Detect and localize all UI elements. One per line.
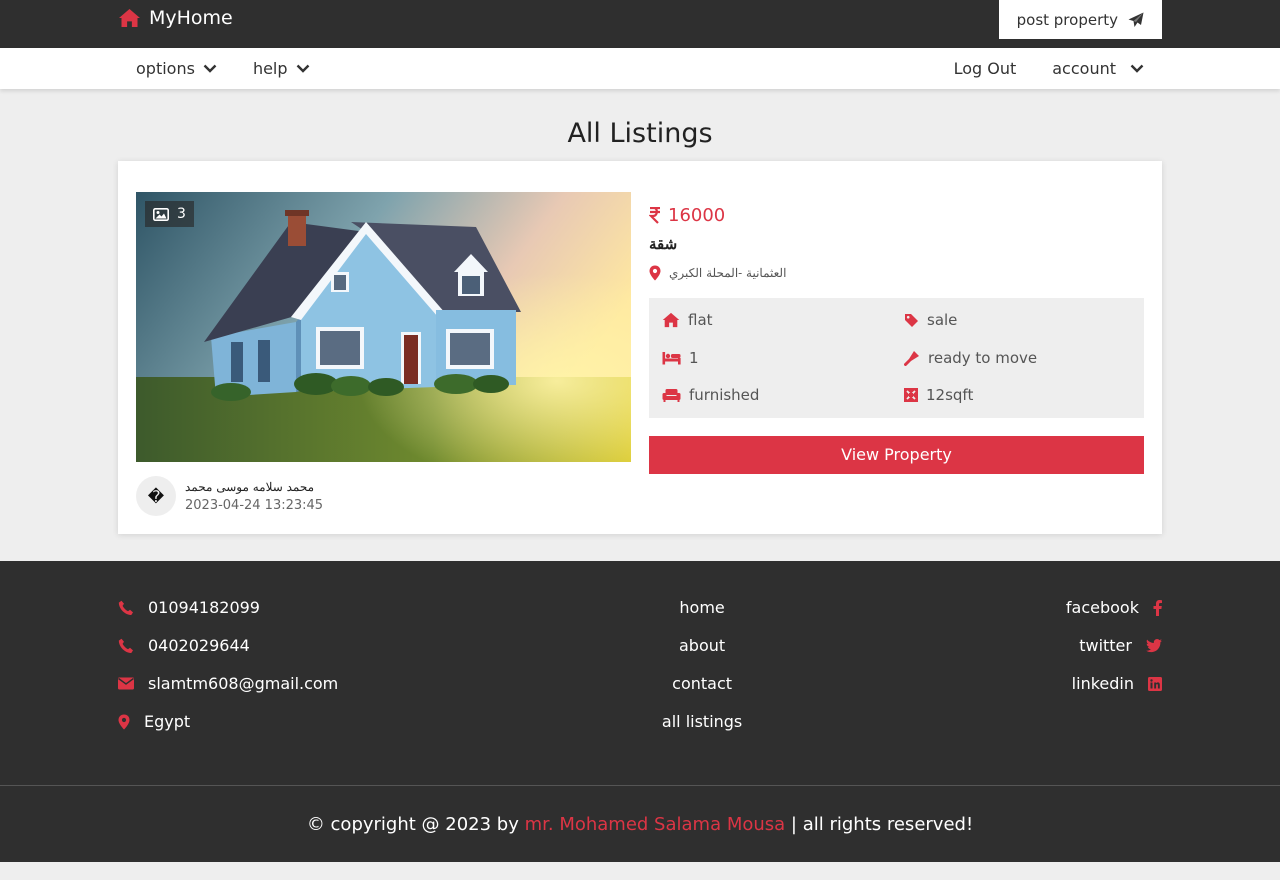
twitter-icon: [1145, 638, 1162, 653]
footer-location-text: Egypt: [144, 712, 191, 731]
map-marker-icon: [118, 714, 130, 730]
nav-help-dropdown[interactable]: help: [253, 59, 310, 78]
expand-icon: [904, 388, 918, 403]
footer-link-all-listings[interactable]: all listings: [662, 711, 742, 732]
feature-type-value: flat: [688, 311, 713, 329]
property-features: flat sale 1 ready to move furnished 12sq…: [649, 298, 1144, 418]
trowel-icon: [904, 350, 920, 366]
listing-card: 3 � محمد سلامه موسى محمد 2023-04-24 13:2…: [118, 161, 1162, 534]
page-title: All Listings: [567, 118, 713, 149]
property-address: العثمانية -المحلة الكبري: [649, 265, 1144, 281]
footer-contact: 01094182099 0402029644 slamtm608@gmail.c…: [118, 597, 338, 732]
property-image[interactable]: 3: [136, 192, 631, 462]
footer-phone-1-text: 01094182099: [148, 598, 260, 617]
envelope-icon: [118, 677, 134, 690]
footer-twitter-link[interactable]: twitter: [1079, 635, 1162, 656]
footer-facebook-text: facebook: [1065, 598, 1139, 617]
footer-phone-2[interactable]: 0402029644: [118, 635, 338, 656]
tag-icon: [904, 313, 919, 328]
copyright-suffix: | all rights reserved!: [785, 813, 974, 835]
feature-status: ready to move: [904, 348, 1131, 368]
copyright-bar: © copyright @ 2023 by mr. Mohamed Salama…: [0, 785, 1280, 862]
phone-icon: [118, 600, 134, 616]
nav-options-label: options: [136, 59, 195, 78]
top-bar: MyHome post property: [0, 0, 1280, 48]
footer-twitter-text: twitter: [1079, 636, 1132, 655]
footer-email[interactable]: slamtm608@gmail.com: [118, 673, 338, 694]
image-count-badge: 3: [145, 201, 194, 227]
author-link[interactable]: mr. Mohamed Salama Mousa: [525, 814, 786, 835]
footer-phone-2-text: 0402029644: [148, 636, 250, 655]
chevron-down-icon: [1130, 64, 1144, 73]
feature-bedrooms-value: 1: [689, 348, 699, 367]
home-icon: [662, 312, 680, 328]
footer-link-home[interactable]: home: [679, 597, 724, 618]
feature-furnishing-value: furnished: [689, 386, 760, 405]
post-property-button[interactable]: post property: [998, 0, 1162, 39]
feature-status-value: ready to move: [928, 348, 1038, 367]
view-property-button[interactable]: View Property: [649, 436, 1144, 474]
nav-options-dropdown[interactable]: options: [136, 59, 217, 78]
post-property-label: post property: [1016, 10, 1118, 29]
bed-icon: [662, 351, 681, 365]
home-icon: [118, 8, 141, 28]
rupee-icon: [649, 207, 661, 224]
footer: 01094182099 0402029644 slamtm608@gmail.c…: [0, 561, 1280, 862]
feature-offer: sale: [904, 310, 1131, 330]
footer-facebook-link[interactable]: facebook: [1066, 597, 1162, 618]
nav-account-dropdown[interactable]: account: [1052, 59, 1144, 78]
nav-help-label: help: [252, 59, 288, 78]
linkedin-icon: [1147, 676, 1162, 691]
property-price: 16000: [649, 205, 1144, 226]
feature-furnishing: furnished: [662, 385, 904, 405]
copyright-prefix: © copyright @ 2023 by: [306, 813, 525, 835]
feature-area-value: 12sqft: [926, 386, 974, 405]
footer-linkedin-link[interactable]: linkedin: [1072, 673, 1162, 694]
chevron-down-icon: [296, 64, 310, 73]
phone-icon: [118, 638, 134, 654]
avatar: �: [136, 476, 176, 516]
couch-icon: [662, 388, 681, 403]
image-count: 3: [177, 206, 186, 222]
footer-social: facebook twitter linkedin: [1066, 597, 1162, 732]
footer-link-about[interactable]: about: [679, 635, 725, 656]
posted-date: 2023-04-24 13:23:45: [185, 497, 324, 513]
paper-plane-icon: [1128, 12, 1144, 28]
image-icon: [153, 207, 169, 221]
nav-bar: options help Log Out account: [0, 48, 1280, 89]
brand-logo[interactable]: MyHome: [118, 7, 233, 29]
brand-name: MyHome: [149, 7, 233, 29]
property-title: شقة: [649, 235, 678, 253]
facebook-icon: [1153, 599, 1162, 616]
footer-link-contact[interactable]: contact: [672, 673, 732, 694]
logout-link[interactable]: Log Out: [954, 59, 1017, 78]
nav-account-label: account: [1052, 59, 1116, 78]
feature-type: flat: [662, 310, 904, 330]
price-value: 16000: [668, 205, 726, 226]
footer-linkedin-text: linkedin: [1071, 674, 1134, 693]
chevron-down-icon: [203, 64, 217, 73]
feature-bedrooms: 1: [662, 348, 904, 368]
footer-email-text: slamtm608@gmail.com: [148, 674, 339, 693]
footer-location: Egypt: [118, 711, 338, 732]
owner-name: محمد سلامه موسى محمد: [185, 479, 315, 494]
feature-area: 12sqft: [904, 385, 1131, 405]
owner-info: � محمد سلامه موسى محمد 2023-04-24 13:23:…: [136, 476, 631, 516]
footer-phone-1[interactable]: 01094182099: [118, 597, 338, 618]
address-text: العثمانية -المحلة الكبري: [669, 266, 787, 280]
footer-links: home about contact all listings: [662, 597, 742, 732]
map-marker-icon: [649, 265, 661, 281]
feature-offer-value: sale: [927, 311, 958, 329]
